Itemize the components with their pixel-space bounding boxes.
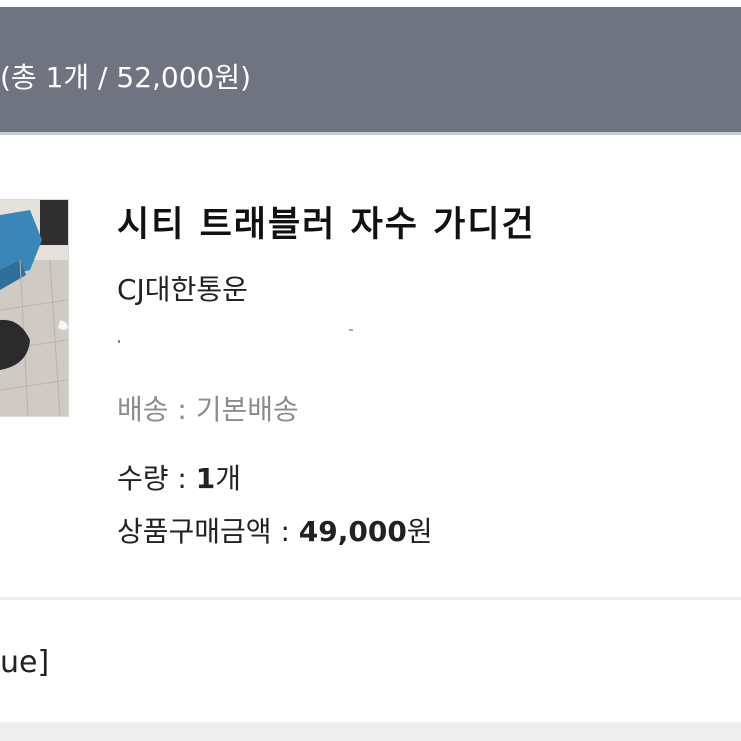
quantity-unit: 개: [215, 462, 242, 495]
quantity-label: 수량 :: [117, 462, 196, 495]
tracking-number: [117, 324, 357, 344]
order-summary-bar[interactable]: (총 1개 / 52,000원): [0, 7, 741, 135]
bottom-band: [0, 722, 741, 741]
amount-unit: 원: [406, 515, 433, 548]
carrier-name: CJ대한통운: [117, 273, 248, 306]
shipping-method: 배송 : 기본배송: [117, 393, 299, 426]
order-summary-text: (총 1개 / 52,000원): [0, 61, 252, 94]
amount-label: 상품구매금액 :: [117, 515, 299, 548]
amount-row: 상품구매금액 : 49,000원: [117, 510, 433, 550]
amount-value: 49,000: [298, 515, 407, 548]
product-thumbnail[interactable]: [0, 199, 69, 417]
product-name[interactable]: 시티 트래블러 자수 가디건: [117, 196, 536, 247]
quantity-value: 1: [195, 462, 216, 495]
option-row: [0, 600, 741, 722]
quantity-row: 수량 : 1개: [117, 457, 241, 497]
option-text: ue]: [0, 645, 50, 680]
product-photo-icon: [0, 200, 68, 416]
top-strip: [0, 0, 741, 7]
